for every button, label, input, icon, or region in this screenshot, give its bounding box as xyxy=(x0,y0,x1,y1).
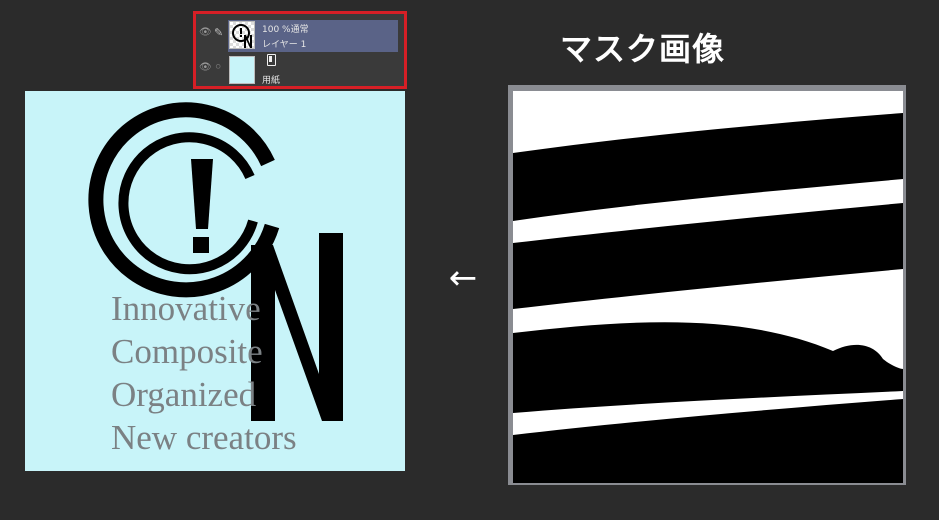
canvas-line: Innovative xyxy=(111,289,261,328)
canvas-line: Composite xyxy=(111,332,263,371)
layer-name: 用紙 xyxy=(262,76,281,86)
canvas-text-block: Innovative Composite Organized New creat… xyxy=(111,287,297,459)
canvas-line: Organized xyxy=(111,375,257,414)
mask-stripes xyxy=(513,91,903,483)
layer-row-paper[interactable]: 👁 ⚪ 用紙 xyxy=(196,53,404,87)
canvas-line: New creators xyxy=(111,418,297,457)
eye-icon[interactable]: 👁 xyxy=(199,28,212,38)
layer-name: レイヤー 1 xyxy=(262,40,307,50)
layer-panel: 👁 ✎ 100 %通常 レイヤー 1 👁 ⚪ 用紙 xyxy=(193,11,407,89)
layer-blend-mode: 100 %通常 xyxy=(262,25,309,35)
layer-row-layer1[interactable]: 👁 ✎ 100 %通常 レイヤー 1 xyxy=(196,18,404,52)
mask-title: マスク画像 xyxy=(560,30,726,68)
mask-image xyxy=(513,91,903,483)
paper-icon xyxy=(267,54,276,66)
eye-icon[interactable]: 👁 xyxy=(199,63,212,73)
mask-image-frame xyxy=(508,85,906,485)
link-icon: ⚪ xyxy=(214,62,223,73)
logo-thumbnail-icon xyxy=(232,24,252,48)
paper-thumbnail xyxy=(229,56,255,84)
pen-icon[interactable]: ✎ xyxy=(214,27,224,39)
layer-thumbnail xyxy=(229,21,255,49)
canvas: Innovative Composite Organized New creat… xyxy=(25,91,405,471)
left-arrow-icon: ← xyxy=(448,258,478,298)
